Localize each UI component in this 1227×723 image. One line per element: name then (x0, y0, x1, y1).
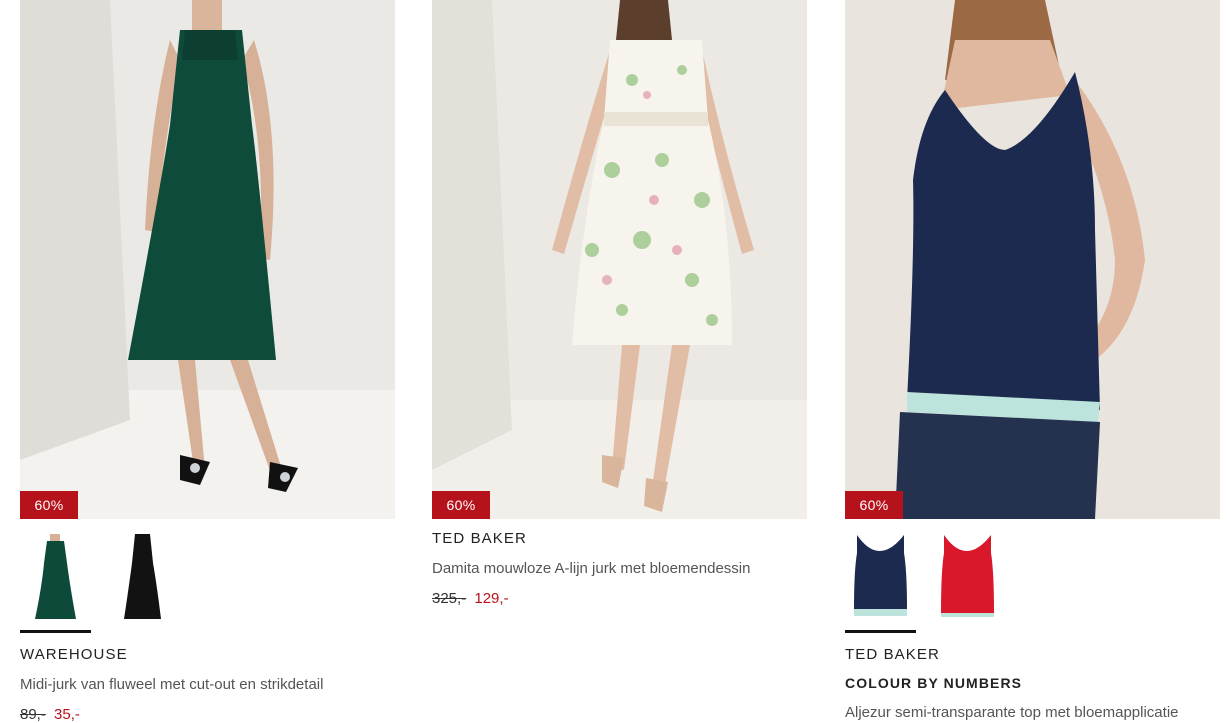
swatch-black[interactable] (107, 531, 178, 626)
model-green-dress-photo (20, 0, 395, 519)
brand-name[interactable]: WAREHOUSE (20, 646, 395, 663)
model-floral-dress-photo (432, 0, 807, 519)
old-price: 89,- (20, 706, 46, 723)
discount-badge: 60% (20, 491, 78, 519)
old-price: 325,- (432, 590, 467, 607)
product-card-warehouse[interactable]: 60% WAREHOUSE Midi-jurk van fluweel met … (20, 0, 395, 723)
price: 89,- 35,- (20, 706, 395, 723)
product-card-ted-baker-top[interactable]: 60% TED BAKER COLOUR BY NUMBERS Aljezur … (845, 0, 1220, 721)
color-swatches (20, 531, 395, 633)
product-image[interactable]: 60% (845, 0, 1220, 519)
red-top-thumbnail (932, 531, 1003, 626)
green-dress-thumbnail (20, 531, 91, 626)
swatch-navy[interactable] (845, 531, 916, 633)
navy-top-thumbnail (845, 531, 916, 626)
product-image[interactable]: 60% (432, 0, 807, 519)
product-image[interactable]: 60% (20, 0, 395, 519)
sale-price: 35,- (54, 706, 80, 723)
color-swatches (845, 531, 1220, 633)
price: 325,- 129,- (432, 590, 807, 607)
sale-price: 129,- (474, 590, 509, 607)
sub-brand-name[interactable]: COLOUR BY NUMBERS (845, 675, 1220, 691)
discount-badge: 60% (432, 491, 490, 519)
brand-name[interactable]: TED BAKER (432, 530, 807, 547)
discount-badge: 60% (845, 491, 903, 519)
product-title[interactable]: Midi-jurk van fluweel met cut-out en str… (20, 676, 395, 693)
model-navy-top-photo (845, 0, 1220, 519)
black-dress-thumbnail (107, 531, 178, 626)
product-title[interactable]: Damita mouwloze A-lijn jurk met bloemend… (432, 560, 807, 577)
product-title[interactable]: Aljezur semi-transparante top met bloema… (845, 704, 1220, 721)
product-card-ted-baker-dress[interactable]: 60% TED BAKER Damita mouwloze A-lijn jur… (432, 0, 807, 607)
swatch-red[interactable] (932, 531, 1003, 626)
swatch-green[interactable] (20, 531, 91, 633)
brand-name[interactable]: TED BAKER (845, 646, 1220, 663)
